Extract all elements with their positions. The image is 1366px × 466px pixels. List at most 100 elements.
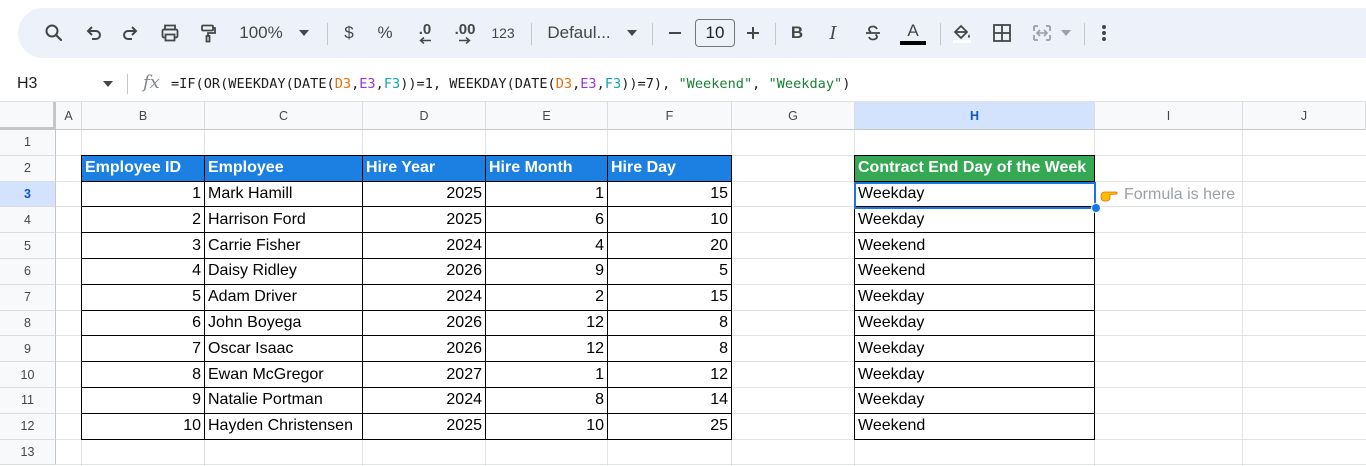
table-cell[interactable]: Adam Driver	[204, 283, 363, 311]
chevron-down-icon[interactable]	[296, 8, 312, 58]
result-cell[interactable]: Weekday	[854, 283, 1095, 311]
more-options-icon[interactable]	[1092, 8, 1116, 58]
table-cell[interactable]: 8	[81, 361, 205, 388]
table-cell[interactable]: 10	[607, 206, 732, 234]
result-cell[interactable]: Weekday	[854, 335, 1095, 363]
table-cell[interactable]: 6	[81, 309, 205, 337]
increase-decimal-button[interactable]: .00	[448, 8, 482, 58]
result-cell[interactable]: Weekday	[854, 361, 1095, 388]
table-cell[interactable]: 9	[485, 258, 608, 285]
table-cell[interactable]: 15	[607, 283, 732, 311]
fill-handle[interactable]	[1091, 203, 1101, 213]
strikethrough-icon[interactable]	[862, 8, 884, 58]
row-header-7[interactable]: 7	[0, 284, 56, 311]
table-cell[interactable]: Harrison Ford	[204, 206, 363, 234]
column-header-d[interactable]: D	[363, 102, 486, 130]
table-cell[interactable]: 4	[485, 232, 608, 259]
table-cell[interactable]: Natalie Portman	[204, 387, 363, 414]
search-icon[interactable]	[40, 8, 68, 58]
row-header-13[interactable]: 13	[0, 439, 56, 466]
table-header-cell[interactable]: Hire Day	[607, 154, 732, 182]
table-cell[interactable]: 1	[81, 180, 205, 208]
chevron-down-icon[interactable]	[103, 81, 113, 87]
table-cell[interactable]: 2025	[362, 412, 486, 440]
table-cell[interactable]: 2	[81, 206, 205, 234]
table-cell[interactable]: 14	[607, 387, 732, 414]
row-header-6[interactable]: 6	[0, 259, 56, 285]
decrease-decimal-button[interactable]: .0	[410, 8, 440, 58]
table-cell[interactable]: Daisy Ridley	[204, 258, 363, 285]
font-size-input[interactable]: 10	[695, 19, 735, 47]
chevron-down-icon[interactable]	[624, 8, 640, 58]
column-header-j[interactable]: J	[1243, 102, 1366, 130]
table-header-cell[interactable]: Hire Month	[485, 154, 608, 182]
table-cell[interactable]: 2024	[362, 283, 486, 311]
paint-format-icon[interactable]	[194, 8, 222, 58]
table-cell[interactable]: 2027	[362, 361, 486, 388]
row-header-9[interactable]: 9	[0, 336, 56, 363]
percent-format-button[interactable]: %	[374, 8, 396, 58]
table-cell[interactable]: 8	[607, 335, 732, 363]
row-header-12[interactable]: 12	[0, 413, 56, 440]
table-header-cell[interactable]: Hire Year	[362, 154, 486, 182]
table-cell[interactable]: 8	[485, 387, 608, 414]
table-cell[interactable]: 15	[607, 180, 732, 208]
zoom-select[interactable]: 100%	[234, 8, 288, 58]
row-header-1[interactable]: 1	[0, 130, 56, 156]
row-header-5[interactable]: 5	[0, 233, 56, 259]
currency-format-button[interactable]: $	[338, 8, 360, 58]
table-cell[interactable]: Hayden Christensen	[204, 412, 363, 440]
table-cell[interactable]: 8	[607, 309, 732, 337]
bold-button[interactable]: B	[786, 8, 808, 58]
column-header-f[interactable]: F	[608, 102, 732, 130]
select-all-corner[interactable]	[0, 102, 56, 130]
table-cell[interactable]: 25	[607, 412, 732, 440]
table-cell[interactable]: 1	[485, 361, 608, 388]
name-box[interactable]: H3	[17, 75, 37, 93]
column-header-c[interactable]: C	[205, 102, 363, 130]
table-cell[interactable]: 6	[485, 206, 608, 234]
formula-input[interactable]: =IF(OR(WEEKDAY(DATE(D3,E3,F3))=1, WEEKDA…	[171, 76, 850, 92]
result-cell[interactable]: Weekday	[854, 309, 1095, 337]
table-cell[interactable]: 12	[485, 335, 608, 363]
decrease-font-size-button[interactable]	[664, 8, 686, 58]
table-cell[interactable]: 12	[607, 361, 732, 388]
print-icon[interactable]	[156, 8, 184, 58]
column-header-e[interactable]: E	[486, 102, 608, 130]
table-cell[interactable]: 10	[485, 412, 608, 440]
row-header-4[interactable]: 4	[0, 207, 56, 234]
table-cell[interactable]: 3	[81, 232, 205, 259]
text-color-button[interactable]: A	[898, 8, 928, 58]
column-header-b[interactable]: B	[82, 102, 205, 130]
table-cell[interactable]: 2024	[362, 387, 486, 414]
row-header-2[interactable]: 2	[0, 155, 56, 182]
result-cell[interactable]: Weekend	[854, 258, 1095, 285]
column-header-h[interactable]: H	[855, 102, 1095, 130]
table-cell[interactable]: Carrie Fisher	[204, 232, 363, 259]
column-header-a[interactable]: A	[56, 102, 82, 130]
result-cell[interactable]: Weekend	[854, 232, 1095, 259]
redo-icon[interactable]	[116, 8, 144, 58]
table-cell[interactable]: 2026	[362, 309, 486, 337]
table-header-cell[interactable]: Employee	[204, 154, 363, 182]
table-cell[interactable]: 5	[607, 258, 732, 285]
row-header-8[interactable]: 8	[0, 310, 56, 337]
table-cell[interactable]: 2	[485, 283, 608, 311]
table-cell[interactable]: 2025	[362, 180, 486, 208]
table-cell[interactable]: Mark Hamill	[204, 180, 363, 208]
column-header-i[interactable]: I	[1095, 102, 1243, 130]
table-cell[interactable]: 12	[485, 309, 608, 337]
table-cell[interactable]: 4	[81, 258, 205, 285]
fill-color-icon[interactable]	[948, 8, 976, 58]
table-cell[interactable]: 2026	[362, 258, 486, 285]
row-header-3[interactable]: 3	[0, 181, 56, 208]
result-cell[interactable]: Weekend	[854, 412, 1095, 440]
result-header-cell[interactable]: Contract End Day of the Week	[854, 154, 1095, 182]
table-header-cell[interactable]: Employee ID	[81, 154, 205, 182]
italic-button[interactable]: I	[822, 8, 844, 58]
table-cell[interactable]: John Boyega	[204, 309, 363, 337]
result-cell[interactable]: Weekday	[854, 206, 1095, 234]
merge-cells-icon[interactable]	[1028, 8, 1056, 58]
row-header-11[interactable]: 11	[0, 388, 56, 414]
increase-font-size-button[interactable]	[742, 8, 764, 58]
